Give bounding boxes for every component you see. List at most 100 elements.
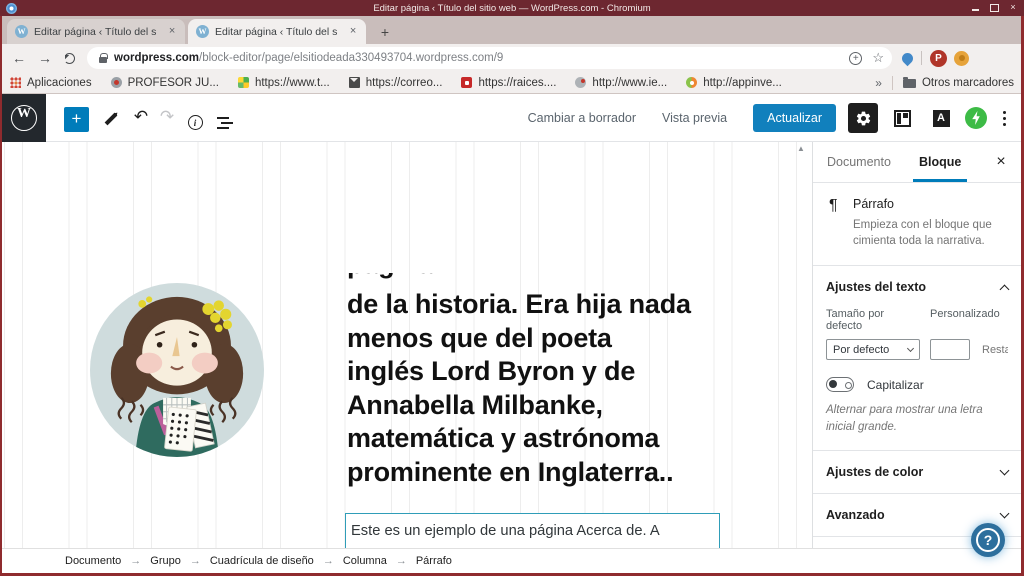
url-path: /block-editor/page/elsitiodeada330493704… [199,52,504,64]
address-bar[interactable]: wordpress.com/block-editor/page/elsitiod… [87,47,892,69]
bookmark-item[interactable]: http://appinve... [686,77,782,89]
https-lock-icon [99,52,108,63]
selected-paragraph-block[interactable]: Este es un ejemplo de una página Acerca … [345,513,720,548]
minimize-button[interactable] [970,2,980,13]
tab-label: Editar página ‹ Título del s [34,25,157,38]
details-button[interactable]: i [182,104,208,130]
breadcrumb-arrow: → [322,555,334,567]
heading-line: matemática y astrónoma [347,423,660,453]
wordpress-logo-icon: W [11,105,37,131]
forward-icon[interactable]: → [32,50,58,66]
list-view-icon [217,117,229,119]
breadcrumb-item[interactable]: Cuadrícula de diseño [210,555,314,567]
wordpress-favicon: W [196,25,209,38]
ada-avatar-illustration [90,283,264,457]
bookmark-item[interactable]: https://raices.... [461,77,556,89]
tab-strip: W Editar página ‹ Título del s × W Edita… [0,16,1024,44]
url-domain: wordpress.com [114,52,199,64]
paragraph-line: Este es un ejemplo de una página Acerca … [351,523,660,539]
maximize-button[interactable] [989,2,999,13]
font-size-select[interactable]: Por defecto [826,339,920,360]
url-text: wordpress.com/block-editor/page/elsitiod… [114,52,503,64]
sidebar-tabs: Documento Bloque × [813,142,1021,183]
chevron-down-icon [999,465,1010,476]
bookmark-favicon [461,77,473,88]
heading-block[interactable]: de la historia. Era hija nada menos que … [347,288,727,489]
secondary-profile-icon[interactable] [954,50,969,66]
browser-tab-1[interactable]: W Editar página ‹ Título del s × [7,19,185,44]
heading-line: de la historia. Era hija nada [347,289,691,319]
bookmarks-overflow-icon[interactable]: » [875,76,882,90]
heading-line: Annabella Milbanke, [347,389,603,420]
bookmark-favicon [110,77,122,88]
edit-tool-button[interactable] [98,104,124,130]
more-options-icon[interactable] [1003,116,1006,120]
breadcrumb-item[interactable]: Párrafo [416,555,452,567]
question-mark-icon: ? [976,528,1000,552]
close-button[interactable]: × [1008,2,1018,13]
bookmark-item[interactable]: http://www.ie... [575,77,667,89]
color-settings-header[interactable]: Ajustes de color [813,451,1021,493]
browser-tab-2[interactable]: W Editar página ‹ Título del s × [188,19,366,44]
bookmark-favicon [575,77,587,88]
redo-button[interactable]: ↷ [154,104,180,130]
switch-to-draft-link[interactable]: Cambiar a borrador [528,111,636,125]
other-bookmarks[interactable]: Otros marcadores [922,77,1014,89]
preview-link[interactable]: Vista previa [662,111,727,125]
profile-avatar[interactable]: P [930,49,947,67]
scrollbar-up-arrow[interactable]: ▲ [797,144,805,153]
bookmark-apps[interactable]: Aplicaciones [10,77,92,89]
chevron-up-icon [999,284,1010,294]
update-button[interactable]: Actualizar [753,104,836,132]
bookmark-favicon [686,77,698,88]
bookmarks-separator [891,75,893,90]
amp-button[interactable]: A [926,103,956,133]
block-inserter-button[interactable]: + [64,107,89,132]
undo-button[interactable]: ↶ [128,104,154,130]
capitalize-toggle[interactable] [826,377,854,392]
a-icon: A [932,109,950,127]
custom-size-input[interactable] [930,339,970,360]
editor-header: W + ↶ ↷ i Cambiar a borrador Vista previ… [2,94,1022,142]
reload-icon[interactable] [64,52,75,64]
breadcrumb-item[interactable]: Grupo [150,555,181,567]
capitalize-label: Capitalizar [867,377,924,392]
chevron-down-icon [906,344,915,352]
apps-grid-icon [10,77,21,88]
new-tab-button[interactable]: + [376,24,394,42]
close-sidebar-icon[interactable]: × [991,152,1011,172]
settings-button[interactable] [848,103,878,133]
gear-icon [856,111,870,125]
tab-close-icon[interactable]: × [346,25,360,39]
editor-canvas[interactable]: página de la historia. Era hija nada men… [2,142,812,548]
layout-grid-button[interactable] [887,103,917,133]
breadcrumb-item[interactable]: Columna [343,555,387,567]
help-button[interactable]: ? [971,523,1005,557]
os-titlebar: Editar página ‹ Título del sitio web — W… [0,0,1024,16]
text-settings-panel: Ajustes del texto Tamaño por defecto Per… [813,266,1021,450]
wordpress-logo-button[interactable]: W [2,94,46,142]
list-view-button[interactable] [210,104,236,130]
send-to-device-icon[interactable]: + [849,51,863,65]
breadcrumb-item[interactable]: Documento [65,555,121,567]
heading-line: prominente en Inglaterra.. [347,456,674,487]
pencil-icon [104,112,118,126]
bookmark-item[interactable]: PROFESOR JU... [110,77,219,89]
mail-icon [348,77,360,88]
reset-button[interactable]: Restablecer [982,344,1008,356]
text-settings-header[interactable]: Ajustes del texto [826,278,1010,294]
browser-window: Editar página ‹ Título del sitio web — W… [0,0,1024,576]
breadcrumb-arrow: → [130,555,142,567]
chevron-down-icon [999,508,1010,519]
back-icon[interactable]: ← [6,50,32,66]
jetpack-button[interactable] [965,107,987,129]
bookmark-star-icon[interactable]: ☆ [872,50,884,66]
layout-grid-icon [893,109,911,127]
tab-close-icon[interactable]: × [165,25,179,39]
tab-block[interactable]: Bloque [905,142,975,182]
bookmark-item[interactable]: https://www.t... [237,77,330,89]
bookmark-item[interactable]: https://correo... [348,77,442,89]
tab-document[interactable]: Documento [813,142,905,182]
bookmark-favicon [237,77,249,88]
extension-pen-icon[interactable] [899,50,916,66]
